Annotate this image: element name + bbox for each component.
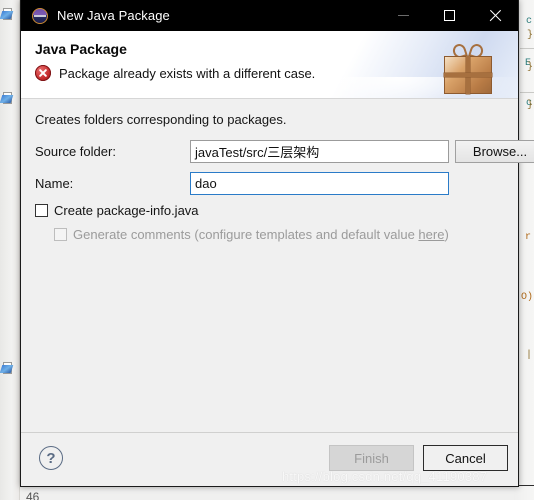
source-folder-label: Source folder:: [35, 143, 116, 159]
backdrop-left-strip: [0, 0, 20, 500]
finish-button: Finish: [329, 445, 414, 471]
source-folder-row: Source folder: javaTest/src/三层架构 Browse.…: [35, 139, 534, 163]
java-file-icon: [0, 92, 14, 104]
page-title: Java Package: [35, 41, 127, 57]
dialog-body: Creates folders corresponding to package…: [21, 99, 534, 432]
source-folder-input[interactable]: javaTest/src/三层架构: [190, 139, 449, 163]
backdrop-code-fragment: |: [525, 350, 532, 361]
create-package-info-label: Create package-info.java: [54, 203, 199, 218]
java-file-icon: [0, 8, 14, 20]
dialog-footer: ? Finish Cancel: [21, 432, 518, 486]
dialog-header: Java Package Package already exists with…: [21, 31, 518, 99]
help-icon[interactable]: ?: [39, 446, 63, 470]
backdrop-code-fragment: O): [520, 292, 533, 303]
browse-button[interactable]: Browse...: [455, 139, 534, 163]
validation-message-row: Package already exists with a different …: [35, 65, 315, 81]
editor-line-number: 46: [26, 490, 40, 500]
backdrop-code-fragment: c: [525, 16, 532, 27]
create-package-info-checkbox[interactable]: [35, 204, 48, 217]
minimize-icon[interactable]: [380, 0, 426, 31]
dialog-description: Creates folders corresponding to package…: [35, 112, 287, 127]
java-file-icon: [0, 362, 14, 374]
generate-comments-text-suffix: ): [444, 227, 449, 242]
configure-templates-link[interactable]: here: [418, 227, 444, 242]
backdrop-divider: [520, 92, 534, 93]
generate-comments-label: Generate comments (configure templates a…: [73, 227, 449, 242]
backdrop-code-fragment: }: [526, 30, 533, 41]
backdrop-code-fragment: }: [526, 100, 533, 111]
dialog-titlebar[interactable]: New Java Package: [21, 0, 518, 31]
validation-message: Package already exists with a different …: [59, 65, 316, 81]
maximize-icon[interactable]: [426, 0, 472, 31]
generate-comments-checkbox-row: Generate comments (configure templates a…: [54, 227, 449, 242]
generate-comments-text-prefix: Generate comments (configure templates a…: [73, 227, 419, 242]
backdrop-code-fragment: r: [524, 232, 531, 243]
package-name-row: Name: dao: [35, 171, 506, 195]
cancel-button[interactable]: Cancel: [423, 445, 508, 471]
gift-box-icon: [444, 42, 492, 94]
generate-comments-checkbox: [54, 228, 67, 241]
package-name-input[interactable]: dao: [190, 171, 449, 195]
close-icon[interactable]: [472, 0, 518, 31]
dialog-title: New Java Package: [57, 8, 170, 23]
backdrop-code-fragment: }: [526, 62, 533, 73]
eclipse-icon: [32, 7, 48, 24]
package-name-label: Name:: [35, 175, 74, 191]
error-icon: [35, 65, 51, 81]
create-package-info-checkbox-row[interactable]: Create package-info.java: [35, 203, 199, 218]
new-java-package-dialog: New Java Package Java Package Package al…: [20, 0, 534, 487]
backdrop-divider: [520, 48, 534, 49]
